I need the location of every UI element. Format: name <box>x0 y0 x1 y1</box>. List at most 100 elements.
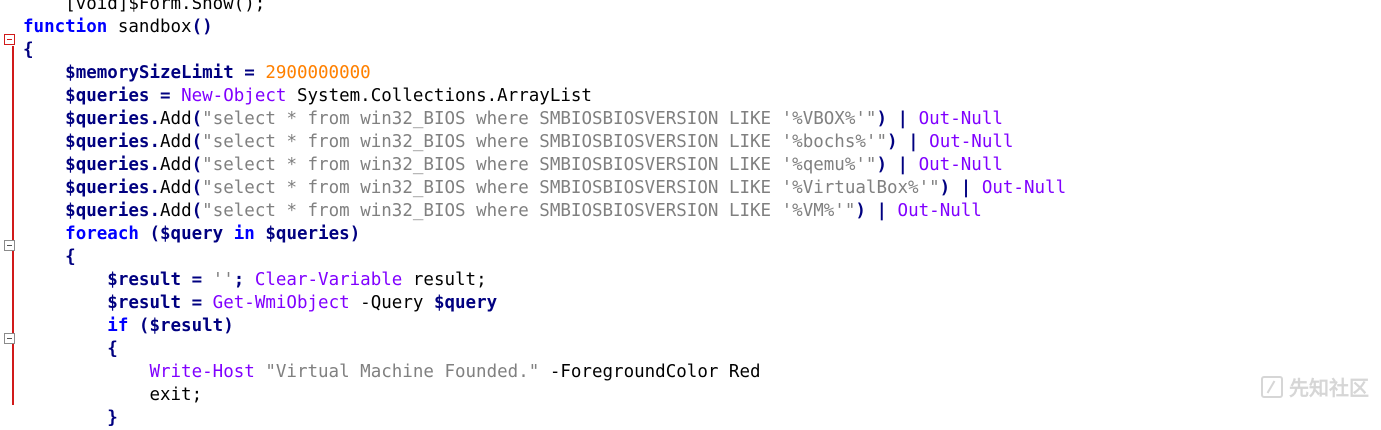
code-token: foreach <box>65 224 139 244</box>
code-token: ) | <box>939 178 982 198</box>
code-token: $memorySizeLimit <box>65 63 234 83</box>
code-token: = <box>181 293 213 313</box>
code-token: $queries <box>265 224 350 244</box>
code-token: Add <box>160 201 192 221</box>
code-token: exit; <box>149 385 203 405</box>
code-line[interactable]: { <box>23 246 1066 269</box>
code-token: $queries <box>65 201 150 221</box>
code-token: Clear-Variable <box>254 270 403 290</box>
code-token: { <box>23 40 34 60</box>
code-token: ( <box>138 224 160 244</box>
code-line[interactable]: $result = ''; Clear-Variable result; <box>23 269 1066 292</box>
code-token: 2900000000 <box>265 63 371 83</box>
code-token: { <box>107 339 118 359</box>
code-token: $query <box>433 293 498 313</box>
code-line[interactable]: $memorySizeLimit = 2900000000 <box>23 62 1066 85</box>
code-line[interactable]: $queries.Add("select * from win32_BIOS w… <box>23 154 1066 177</box>
code-token: = <box>149 86 182 106</box>
code-token: Out-Null <box>918 155 1003 175</box>
code-line[interactable]: $queries.Add("select * from win32_BIOS w… <box>23 200 1066 223</box>
code-line[interactable]: foreach ($query in $queries) <box>23 223 1066 246</box>
code-token: [void]$Form.Show(); <box>23 0 266 14</box>
code-token: Out-Null <box>981 178 1067 198</box>
code-token: . <box>149 178 160 198</box>
code-token: $queries <box>65 178 150 198</box>
code-token: () <box>191 17 213 37</box>
code-line[interactable]: { <box>23 39 1066 62</box>
code-token: New-Object <box>181 86 287 106</box>
code-line[interactable]: $result = Get-WmiObject -Query $query <box>23 292 1066 315</box>
code-token: $queries <box>65 109 150 129</box>
code-token: ( <box>191 109 203 129</box>
code-token: . <box>149 132 160 152</box>
code-token: "select * from win32_BIOS where SMBIOSBI… <box>202 109 877 129</box>
code-token: System.Collections.ArrayList <box>286 86 592 106</box>
code-token: ( <box>191 178 203 198</box>
code-line[interactable]: $queries.Add("select * from win32_BIOS w… <box>23 131 1066 154</box>
code-token: $result <box>107 270 182 290</box>
code-token: "select * from win32_BIOS where SMBIOSBI… <box>202 201 856 221</box>
code-token: Add <box>160 109 192 129</box>
code-editor[interactable]: [void]$Form.Show(); function sandbox(){ $… <box>0 0 1381 428</box>
code-token: $queries <box>65 132 150 152</box>
code-lines: [void]$Form.Show(); function sandbox(){ $… <box>23 0 1066 430</box>
code-token: = <box>233 63 266 83</box>
code-token: "select * from win32_BIOS where SMBIOSBI… <box>202 178 940 198</box>
fold-collapse-icon[interactable] <box>4 240 15 251</box>
code-line[interactable]: function sandbox() <box>23 16 1066 39</box>
code-token: $queries <box>65 86 150 106</box>
code-token: $result <box>149 316 224 336</box>
code-token: "Virtual Machine Founded." <box>265 362 540 382</box>
code-token: Out-Null <box>918 109 1003 129</box>
code-token: { <box>65 247 76 267</box>
code-token: Add <box>160 132 192 152</box>
code-token: $result <box>107 293 182 313</box>
code-line[interactable]: exit; <box>23 384 1066 407</box>
code-line[interactable]: $queries = New-Object System.Collections… <box>23 85 1066 108</box>
fold-collapse-icon[interactable] <box>4 34 15 45</box>
code-line[interactable]: Write-Host "Virtual Machine Founded." -F… <box>23 361 1066 384</box>
code-token: "select * from win32_BIOS where SMBIOSBI… <box>202 155 877 175</box>
code-token: $query <box>160 224 224 244</box>
watermark-text: 先知社区 <box>1289 376 1369 400</box>
code-token: in <box>233 224 255 244</box>
code-line[interactable]: $queries.Add("select * from win32_BIOS w… <box>23 108 1066 131</box>
code-token: '' <box>212 270 234 290</box>
code-token: "select * from win32_BIOS where SMBIOSBI… <box>202 132 887 152</box>
code-token: . <box>149 109 160 129</box>
code-token: ) | <box>887 132 930 152</box>
watermark: 先知社区 <box>1261 372 1369 401</box>
code-token: ( <box>128 316 150 336</box>
code-token: ( <box>191 155 203 175</box>
fold-range-line <box>12 46 14 405</box>
code-token: Write-Host <box>149 362 255 382</box>
code-token: . <box>149 201 160 221</box>
fold-collapse-icon[interactable] <box>4 333 15 344</box>
code-line[interactable]: if ($result) <box>23 315 1066 338</box>
code-line[interactable]: $queries.Add("select * from win32_BIOS w… <box>23 177 1066 200</box>
code-line[interactable]: } <box>23 407 1066 430</box>
code-token: ) <box>223 316 234 336</box>
code-token: ) | <box>876 109 919 129</box>
code-token: Out-Null <box>897 201 982 221</box>
code-line[interactable]: [void]$Form.Show(); <box>23 0 1066 16</box>
code-line[interactable]: { <box>23 338 1066 361</box>
fold-gutter <box>0 0 22 405</box>
